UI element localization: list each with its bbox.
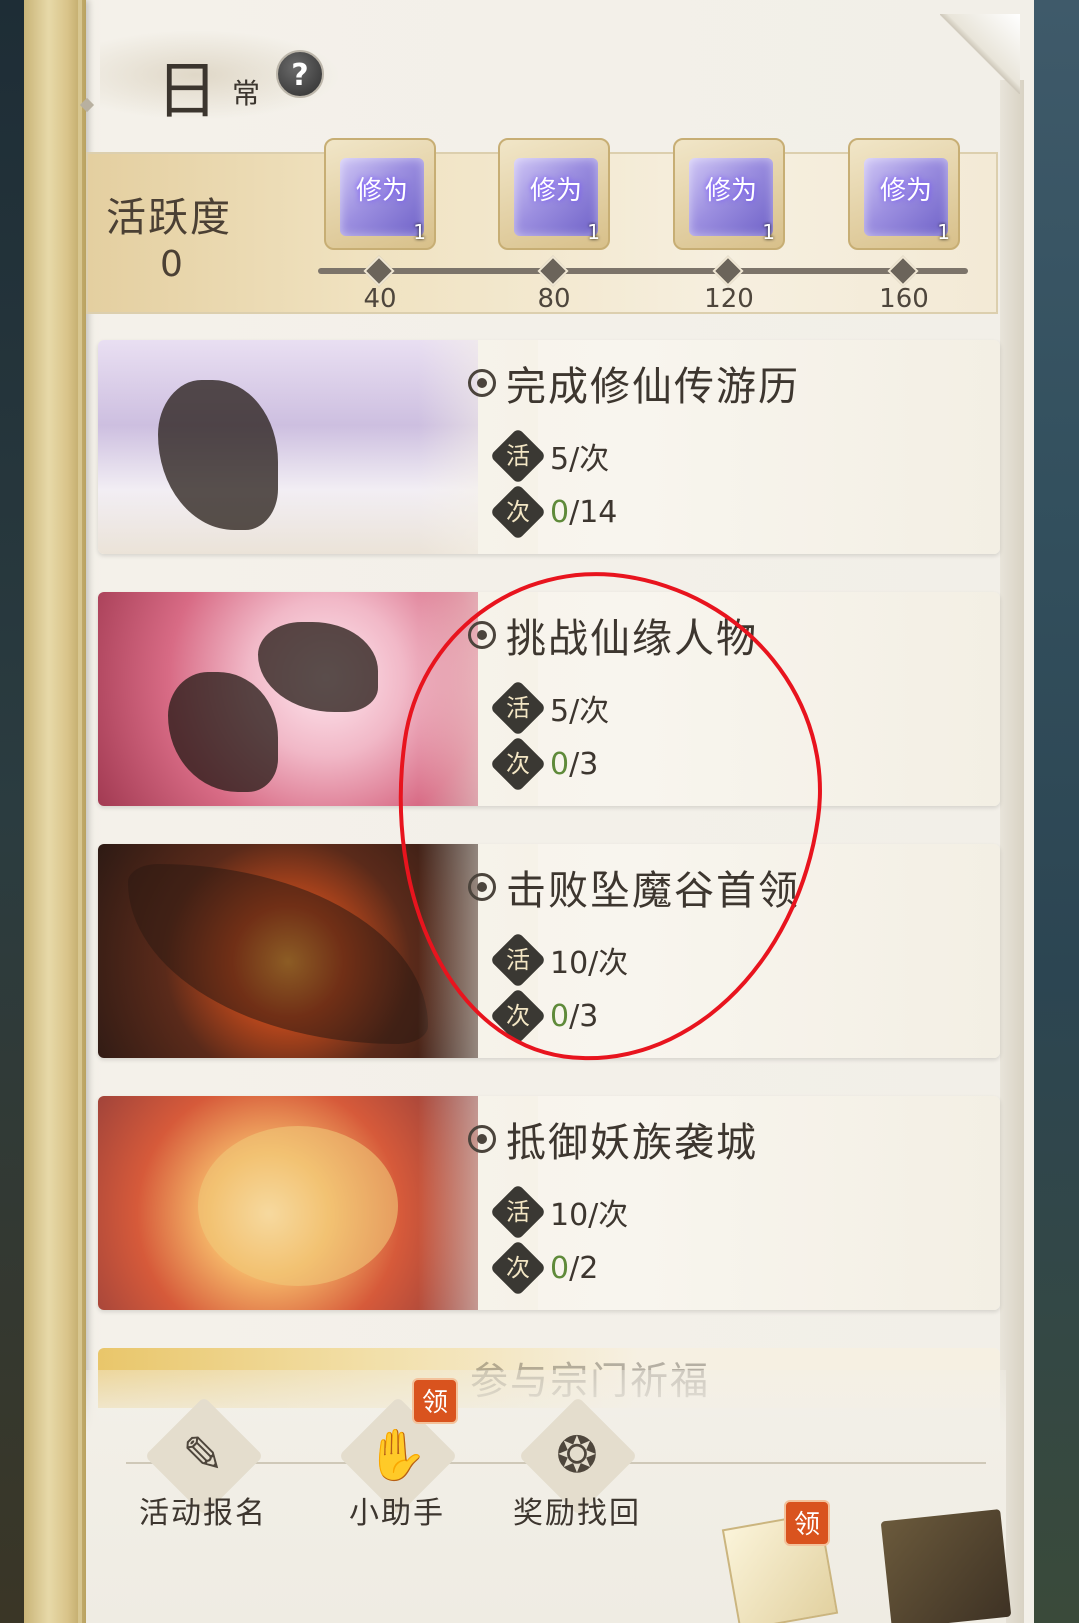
reward-count: 1 <box>587 220 600 244</box>
task-art-image <box>98 340 538 554</box>
count-progress: 0/14 <box>550 495 617 530</box>
page-title: 日 <box>156 54 219 127</box>
count-badge-icon: 次 <box>489 1239 547 1297</box>
reward-glyph: 修为 <box>704 176 757 206</box>
activity-milestone: 修为 1 40 <box>324 138 436 318</box>
reward-chest[interactable]: 修为 1 <box>324 138 436 250</box>
activity-milestone: 修为 1 160 <box>848 138 960 318</box>
task-card-travel[interactable]: 完成修仙传游历 活 5/次 次 0/14 <box>98 340 1000 554</box>
reward-count: 1 <box>937 220 950 244</box>
count-progress: 0/2 <box>550 1251 598 1286</box>
milestone-marker <box>537 255 569 287</box>
activity-reward-row: 活 5/次 <box>489 427 610 485</box>
activity-label: 活跃度 <box>106 195 232 241</box>
count-total: /14 <box>569 494 618 530</box>
helper-handshake-icon: ✋ <box>365 1426 429 1484</box>
cultivation-scroll-icon: 修为 <box>689 158 773 236</box>
signup-form-icon: ✎ <box>182 1426 224 1484</box>
activity-badge-icon: 活 <box>489 427 547 485</box>
cultivation-scroll-icon: 修为 <box>340 158 424 236</box>
count-total: /2 <box>569 1250 599 1286</box>
activity-milestone: 修为 1 120 <box>673 138 785 318</box>
help-icon[interactable]: ? <box>276 50 324 98</box>
swordsman-silhouette <box>158 380 278 530</box>
count-badge-text: 次 <box>506 498 530 526</box>
count-row: 次 0/2 <box>489 1239 598 1297</box>
reward-recover-label: 奖励找回 <box>513 1496 641 1531</box>
milestone-threshold: 40 <box>363 284 397 314</box>
duel-silhouette <box>168 672 278 792</box>
milestone-marker <box>712 255 744 287</box>
page-curl <box>940 14 1020 94</box>
count-current: 0 <box>550 1250 570 1286</box>
milestone-threshold: 160 <box>879 284 929 314</box>
volcano-silhouette <box>128 864 428 1044</box>
activity-reward-row: 活 10/次 <box>489 1183 629 1241</box>
corner-book-icon[interactable] <box>880 1509 1012 1623</box>
milestone-threshold: 80 <box>537 284 571 314</box>
reward-recover-button[interactable]: ❂ 奖励找回 <box>492 1396 662 1546</box>
signup-button[interactable]: ✎ 活动报名 <box>118 1396 288 1546</box>
activity-badge-text: 活 <box>506 442 530 470</box>
activity-badge-text: 活 <box>506 1198 530 1226</box>
reward-chest[interactable]: 修为 1 <box>673 138 785 250</box>
milestone-threshold: 120 <box>704 284 754 314</box>
reward-glyph: 修为 <box>355 176 408 206</box>
count-badge-text: 次 <box>506 1254 530 1282</box>
cultivation-scroll-icon: 修为 <box>514 158 598 236</box>
task-art-image <box>98 1096 538 1310</box>
spine-line <box>78 0 82 1623</box>
activity-per-time: 5/次 <box>550 442 610 477</box>
activity-badge-icon: 活 <box>489 1183 547 1241</box>
signup-label: 活动报名 <box>139 1496 267 1531</box>
mail-reward-button[interactable]: 领 <box>721 1500 840 1623</box>
helper-button[interactable]: ✋ 小助手 领 <box>312 1378 482 1546</box>
book-spine <box>24 0 86 1623</box>
reward-chest[interactable]: 修为 1 <box>498 138 610 250</box>
count-badge-icon: 次 <box>489 483 547 541</box>
milestone-marker <box>887 255 919 287</box>
count-row: 次 0/14 <box>489 483 617 541</box>
task-title-row: 抵御妖族袭城 <box>468 1110 758 1168</box>
page-title-suffix: 常 <box>232 77 261 110</box>
task-title: 抵御妖族袭城 <box>506 1120 758 1166</box>
bullet-icon <box>468 369 496 397</box>
task-card-defense[interactable]: 抵御妖族袭城 活 10/次 次 0/2 <box>98 1096 1000 1310</box>
helper-label: 小助手 <box>349 1496 445 1531</box>
cultivation-scroll-icon: 修为 <box>864 158 948 236</box>
count-current: 0 <box>550 494 570 530</box>
task-title-row: 完成修仙传游历 <box>468 354 800 412</box>
reward-glyph: 修为 <box>879 176 932 206</box>
duel-silhouette <box>258 622 378 712</box>
activity-milestone: 修为 1 80 <box>498 138 610 318</box>
task-title: 完成修仙传游历 <box>506 364 800 410</box>
bullet-icon <box>468 1125 496 1153</box>
reward-count: 1 <box>762 220 775 244</box>
reward-glyph: 修为 <box>529 176 582 206</box>
reward-chest[interactable]: 修为 1 <box>848 138 960 250</box>
milestone-marker <box>363 255 395 287</box>
reward-count: 1 <box>413 220 426 244</box>
claim-badge: 领 <box>412 1378 458 1424</box>
reward-bag-icon: ❂ <box>556 1426 598 1484</box>
claim-badge: 领 <box>784 1500 830 1546</box>
activity-per-time: 10/次 <box>550 1198 629 1233</box>
activity-value: 0 <box>160 244 183 285</box>
lion-beast-silhouette <box>198 1126 398 1286</box>
